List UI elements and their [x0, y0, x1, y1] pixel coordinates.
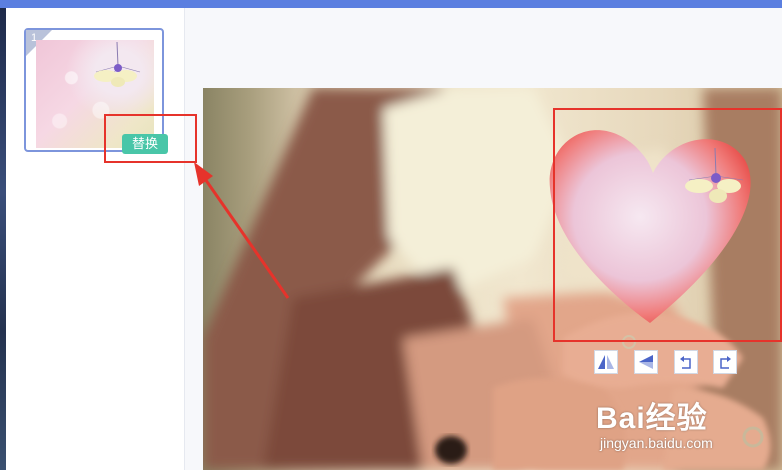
annotation-arrow: [194, 162, 290, 299]
